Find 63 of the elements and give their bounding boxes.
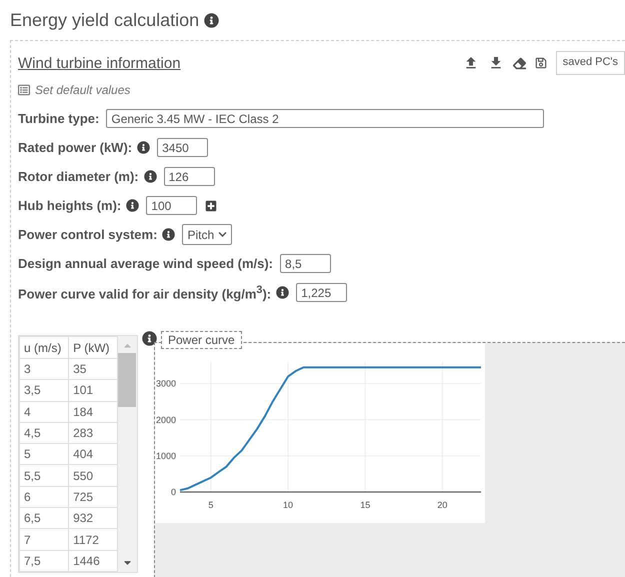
table-cell: 7,5 (20, 550, 69, 572)
info-icon[interactable] (276, 286, 290, 299)
input-field[interactable]: 8,5 (280, 254, 332, 273)
table-cell: 4,5 (20, 422, 69, 444)
axis-label: 0 (170, 487, 176, 497)
save-icon[interactable] (534, 57, 547, 69)
table-cell: 184 (68, 401, 118, 422)
field-label: Rotor diameter (m): (18, 169, 139, 184)
add-icon[interactable] (205, 200, 218, 212)
table-cell: 1446 (68, 550, 118, 572)
default-values-link[interactable]: Set default values (18, 83, 625, 97)
field-label: Design annual average wind speed (m/s): (18, 256, 274, 271)
table-cell: 101 (68, 380, 118, 402)
scrollbar[interactable] (118, 336, 137, 572)
column-header: P (kW) (68, 336, 118, 358)
info-icon[interactable] (204, 13, 220, 28)
field-label: Turbine type: (18, 111, 100, 126)
field-label: Rated power (kW): (18, 140, 132, 155)
axis-label: 5 (208, 500, 214, 510)
table-cell: 1172 (68, 528, 118, 550)
table-cell: 7 (20, 528, 69, 550)
field-label: Power control system: (18, 227, 158, 242)
input-field[interactable]: 1,225 (296, 283, 348, 302)
table-cell: 3 (20, 358, 69, 380)
table-cell: 550 (68, 464, 118, 486)
axis-label: 2000 (156, 414, 176, 425)
table-cell: 6 (20, 486, 69, 508)
input-field[interactable]: 126 (164, 167, 215, 186)
input-field[interactable]: 3450 (157, 138, 208, 157)
table-cell: 35 (68, 358, 118, 380)
chevron-icon (218, 230, 228, 239)
select-field[interactable]: Pitch (182, 224, 232, 245)
column-header: u (m/s) (20, 336, 69, 358)
eraser-icon[interactable] (512, 56, 526, 70)
info-icon[interactable] (162, 228, 176, 241)
info-icon[interactable] (126, 199, 140, 212)
input-field[interactable]: 100 (146, 196, 198, 215)
axis-label: 10 (283, 500, 294, 510)
chart-legend: Power curve (161, 331, 242, 349)
table-cell: 5 (20, 444, 69, 465)
table-cell: 283 (68, 422, 118, 444)
axis-label: 1000 (156, 450, 176, 461)
input-field[interactable]: Generic 3.45 MW - IEC Class 2 (106, 109, 544, 128)
saved-select[interactable]: saved PC's (556, 51, 625, 75)
axis-label: 3000 (156, 378, 176, 389)
scrollbar-thumb[interactable] (118, 353, 136, 407)
table-cell: 932 (68, 508, 118, 529)
section-title: Wind turbine information (18, 54, 181, 72)
table-cell: 5,5 (20, 464, 69, 486)
field-label: Hub heights (m): (18, 198, 122, 213)
list-icon (18, 84, 30, 96)
info-icon[interactable] (137, 141, 150, 154)
field-label: Power curve valid for air density (kg/m$^{3}$): (18, 284, 272, 302)
table-cell: 725 (68, 486, 118, 508)
table-cell: 4 (20, 401, 69, 422)
table-cell: 6,5 (20, 508, 69, 529)
info-icon[interactable] (142, 331, 157, 346)
page-title: Energy yield calculation (10, 10, 200, 31)
table-cell: 404 (68, 444, 118, 465)
info-icon[interactable] (144, 170, 157, 183)
axis-label: 20 (437, 500, 448, 510)
table-cell: 3,5 (20, 380, 69, 402)
axis-label: 15 (360, 500, 370, 510)
